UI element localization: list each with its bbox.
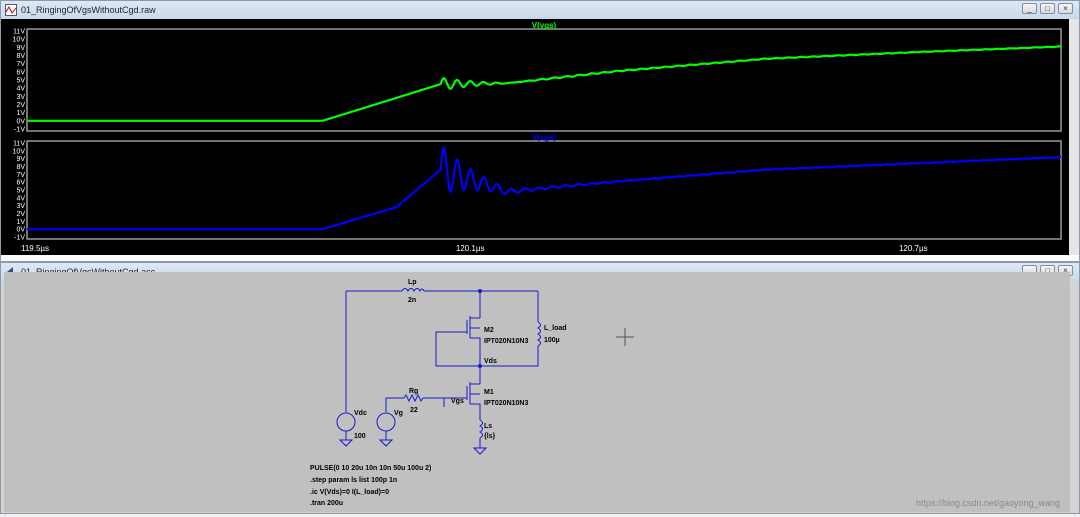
pane-title: V(vgs) <box>532 133 557 142</box>
y-tick-label: 8V <box>16 164 25 171</box>
inductor-ls <box>479 419 483 439</box>
schematic-drawing[interactable]: Lp 2n M2 IPT020N10N3 L_load 100µ Vds M1 … <box>4 272 1070 512</box>
directive-tran: .tran 200u <box>310 500 343 507</box>
directive-ic: .ic V(Vds)=0 I(L_load)=0 <box>310 489 389 496</box>
watermark: https://blog.csdn.net/gaoyong_wang <box>915 498 1060 508</box>
y-tick-label: 7V <box>16 61 25 68</box>
ground-vg <box>378 439 394 447</box>
x-tick-label: 119.5µs <box>21 244 49 253</box>
label-m1-model: IPT020N10N3 <box>484 400 528 407</box>
label-lp: Lp <box>408 279 417 286</box>
y-tick-label: 9V <box>16 45 25 52</box>
label-m1: M1 <box>484 389 494 396</box>
wire-m2-gate <box>435 331 480 367</box>
y-tick-label: 2V <box>16 102 25 109</box>
close-button[interactable]: × <box>1058 3 1073 14</box>
y-tick-label: 2V <box>16 211 25 218</box>
label-ls: Ls <box>484 423 492 430</box>
y-tick-label: 11V <box>13 141 25 148</box>
y-tick-label: 0V <box>16 118 25 125</box>
vgs-trace <box>27 144 1061 231</box>
inductor-lp <box>401 288 425 293</box>
label-vds: Vds <box>484 358 497 365</box>
y-tick-label: 7V <box>16 172 25 179</box>
y-tick-label: 3V <box>16 94 25 101</box>
label-m2: M2 <box>484 327 494 334</box>
y-tick-label: 1V <box>16 219 25 226</box>
y-tick-label: 4V <box>16 86 25 93</box>
waveform-app-icon <box>5 4 17 16</box>
ground-vdc <box>338 439 354 447</box>
pane-title: V(vgs) <box>532 21 557 30</box>
inductor-l-load <box>537 321 541 347</box>
y-tick-label: 6V <box>16 69 25 76</box>
label-m2-model: IPT020N10N3 <box>484 338 528 345</box>
y-tick-label: 3V <box>16 203 25 210</box>
waveform-plot-area[interactable]: V(vgs) 11V 10V 9V 8V 7V 6V 5V 4V 3V 2V 1V 0V -1V V(vgs… <box>1 19 1071 255</box>
mosfet-m2 <box>466 316 481 366</box>
label-rg-value: 22 <box>410 407 418 414</box>
label-ls-value: {ls} <box>484 433 496 440</box>
spice-directives[interactable]: PULSE(0 10 20u 10n 10n 50u 100u 2) .step… <box>310 465 431 507</box>
y-tick-label: 1V <box>16 110 25 117</box>
y-tick-label: -1V <box>14 235 25 242</box>
crosshair-cursor-icon <box>616 328 634 346</box>
minimize-button[interactable]: _ <box>1022 3 1037 14</box>
waveform-window-title: 01_RingingOfVgsWithoutCgd.raw <box>21 5 156 15</box>
ground-ls <box>472 447 488 455</box>
y-tick-label: 10V <box>13 148 26 155</box>
waveform-window: 01_RingingOfVgsWithoutCgd.raw _ □ × V(vg… <box>0 0 1080 262</box>
maximize-button[interactable]: □ <box>1040 3 1055 14</box>
waveform-vertical-scrollbar[interactable] <box>1069 19 1079 255</box>
y-tick-label: 8V <box>16 53 25 60</box>
waveform-plots[interactable]: V(vgs)11V10V9V8V7V6V5V4V3V2V1V0V-1VV(vgs… <box>1 19 1071 255</box>
y-tick-label: 0V <box>16 227 25 234</box>
x-tick-label: 120.1µs <box>456 244 485 253</box>
y-tick-label: -1V <box>14 127 25 134</box>
y-tick-label: 4V <box>16 195 25 202</box>
y-tick-label: 10V <box>13 37 26 44</box>
label-vgs: Vgs <box>451 398 464 405</box>
x-tick-label: 120.7µs <box>899 244 928 253</box>
label-lp-value: 2n <box>408 297 416 304</box>
directive-step: .step param ls list 100p 1n <box>310 477 397 484</box>
component-labels: Lp 2n M2 IPT020N10N3 L_load 100µ Vds M1 … <box>354 279 567 440</box>
label-vdc: Vdc <box>354 410 367 417</box>
y-tick-label: 9V <box>16 156 25 163</box>
vgs-trace <box>27 45 1061 122</box>
schematic-canvas[interactable]: Lp 2n M2 IPT020N10N3 L_load 100µ Vds M1 … <box>4 272 1070 512</box>
mosfet-m1 <box>466 382 481 420</box>
waveform-titlebar[interactable]: 01_RingingOfVgsWithoutCgd.raw _ □ × <box>1 1 1079 19</box>
label-l-load-value: 100µ <box>544 337 560 344</box>
label-vdc-value: 100 <box>354 433 366 440</box>
waveform-pane-2[interactable]: V(vgs) 11V10V9V8V7V6V5V4V3V2V1V0V-1V 119.5… <box>13 133 1062 253</box>
resistor-rg <box>403 393 424 403</box>
y-tick-label: 11V <box>13 29 25 36</box>
label-rg: Rg <box>409 388 418 395</box>
waveform-pane-1[interactable]: V(vgs) 11V10V9V8V7V6V 5V4V3V2V1V0V -1V <box>13 21 1062 134</box>
source-vg <box>376 412 396 432</box>
label-vg: Vg <box>394 410 403 417</box>
y-tick-label: 6V <box>16 180 25 187</box>
label-l-load: L_load <box>544 325 567 332</box>
directive-pulse: PULSE(0 10 20u 10n 10n 50u 100u 2) <box>310 465 431 472</box>
y-tick-label: 5V <box>16 78 25 85</box>
source-vdc <box>336 412 356 432</box>
y-tick-label: 5V <box>16 188 25 195</box>
